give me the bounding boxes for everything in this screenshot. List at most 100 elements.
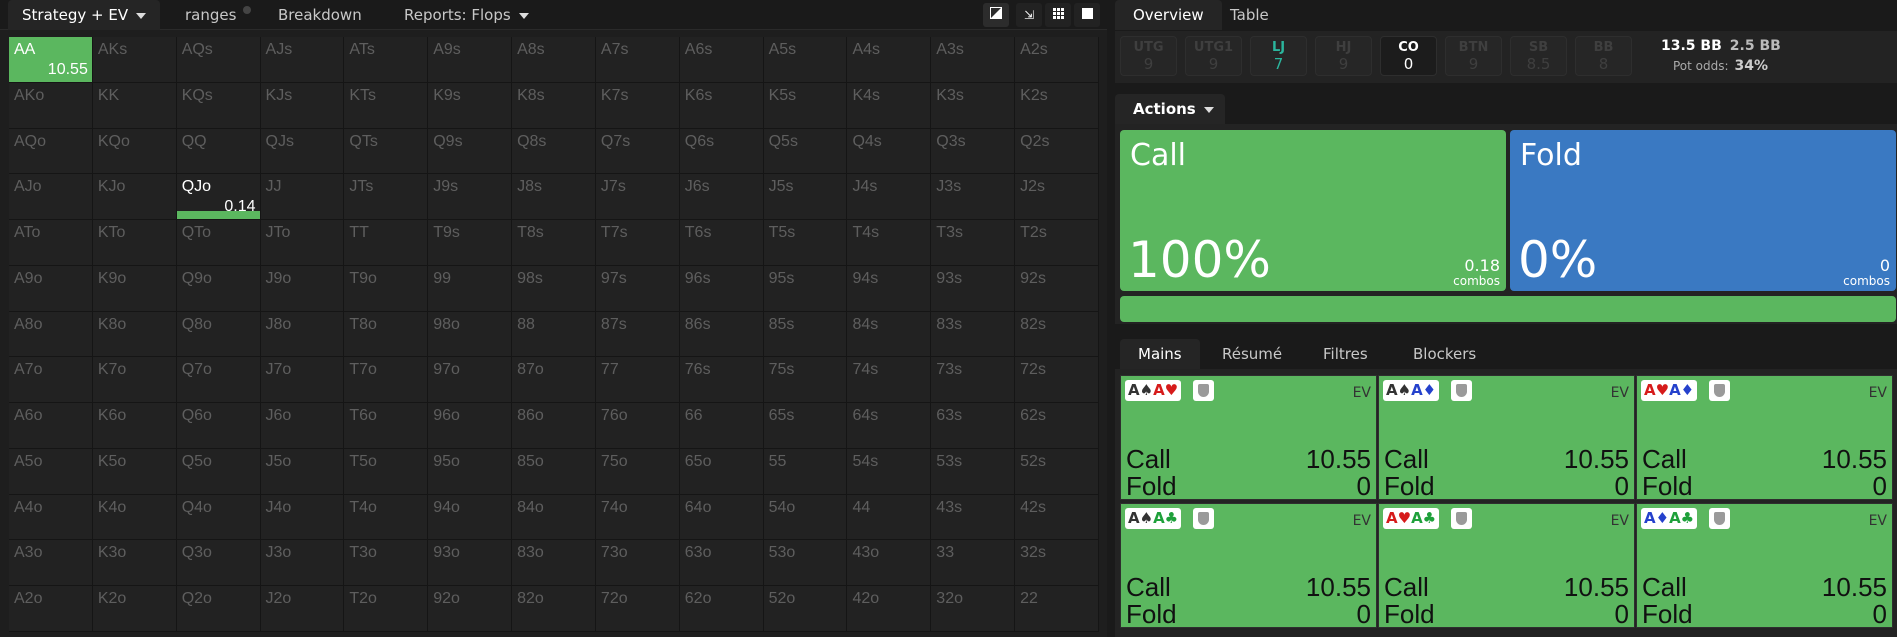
hand-cell[interactable]: 87o — [512, 357, 596, 404]
hand-cell[interactable]: 66 — [679, 403, 764, 449]
hand-cell[interactable]: Q8o — [176, 311, 261, 358]
position-hj[interactable]: HJ 9 — [1315, 36, 1372, 76]
hand-cell[interactable]: Q3o — [176, 540, 261, 587]
hand-cell[interactable]: 94s — [847, 265, 932, 312]
shield-icon[interactable] — [1193, 508, 1214, 529]
position-btn[interactable]: BTN 9 — [1445, 36, 1502, 76]
hand-cell[interactable]: 43s — [931, 494, 1016, 541]
hand-cell[interactable]: K3o — [92, 540, 177, 587]
tab-filtres[interactable]: Filtres — [1305, 339, 1386, 369]
hand-cell[interactable]: 65s — [763, 403, 848, 449]
hand-cell[interactable]: J8s — [512, 174, 596, 221]
hand-cell[interactable]: QTo — [176, 220, 261, 266]
hand-cell[interactable]: 95s — [763, 265, 848, 312]
position-lj[interactable]: LJ 7 — [1250, 36, 1307, 76]
hand-cell[interactable]: A7s — [595, 37, 680, 83]
hand-cell[interactable]: KTs — [344, 82, 429, 129]
hand-cell[interactable]: 96s — [679, 265, 764, 312]
hand-cell[interactable]: Q3s — [931, 128, 1016, 175]
hand-cell[interactable]: 64o — [679, 494, 764, 541]
position-utg1[interactable]: UTG1 9 — [1185, 36, 1242, 76]
hand-cell[interactable]: Q4o — [176, 494, 261, 541]
hand-cell[interactable]: T6s — [679, 220, 764, 266]
hand-cell[interactable]: 99 — [428, 265, 513, 312]
hand-cell[interactable]: 75s — [763, 357, 848, 404]
hand-cell[interactable]: K7s — [595, 82, 680, 129]
hand-cell[interactable]: Q2s — [1015, 128, 1099, 175]
hand-cell[interactable]: T7o — [344, 357, 429, 404]
hand-cell[interactable]: J2o — [260, 586, 345, 632]
hand-cell[interactable]: AA 10.55 — [9, 37, 93, 83]
hand-cell[interactable]: 44 — [847, 494, 932, 541]
hand-cell[interactable]: 53o — [763, 540, 848, 587]
tab-reports[interactable]: Reports: Flops — [404, 0, 529, 30]
hand-cell[interactable]: KJo — [92, 174, 177, 221]
hand-cell[interactable]: A2s — [1015, 37, 1099, 83]
actions-dropdown[interactable]: Actions — [1115, 94, 1225, 124]
hand-cell[interactable]: J8o — [260, 311, 345, 358]
hand-cell[interactable]: A4o — [9, 494, 93, 541]
hand-cell[interactable]: Q9o — [176, 265, 261, 312]
hand-cell[interactable]: A8s — [512, 37, 596, 83]
hand-cell[interactable]: KK — [92, 82, 177, 129]
hand-cell[interactable]: Q6o — [176, 403, 261, 449]
hand-cell[interactable]: QQ — [176, 128, 261, 175]
hand-cell[interactable]: 87s — [595, 311, 680, 358]
tab-blockers[interactable]: Blockers — [1395, 339, 1494, 369]
hand-cell[interactable]: A6s — [679, 37, 764, 83]
hand-cell[interactable]: J4o — [260, 494, 345, 541]
hand-cell[interactable]: Q2o — [176, 586, 261, 632]
hand-cell[interactable]: K6o — [92, 403, 177, 449]
hand-combo-card[interactable]: A♦A♣ EV Call 10.55 Fold 0 — [1636, 503, 1893, 629]
tab-overview[interactable]: Overview — [1115, 0, 1222, 30]
hand-cell[interactable]: Q6s — [679, 128, 764, 175]
hand-cell[interactable]: 92o — [428, 586, 513, 632]
hand-cell[interactable]: 93s — [931, 265, 1016, 312]
hand-cell[interactable]: KTo — [92, 220, 177, 266]
hand-cell[interactable]: KQs — [176, 82, 261, 129]
hand-cell[interactable]: 63o — [679, 540, 764, 587]
hand-cell[interactable]: 92s — [1015, 265, 1099, 312]
shield-icon[interactable] — [1709, 508, 1730, 529]
hand-cell[interactable]: 85s — [763, 311, 848, 358]
hand-cell[interactable]: AJs — [260, 37, 345, 83]
hand-cell[interactable]: 93o — [428, 540, 513, 587]
hand-cell[interactable]: A5o — [9, 448, 93, 495]
position-utg[interactable]: UTG 9 — [1120, 36, 1177, 76]
hand-cell[interactable]: A4s — [847, 37, 932, 83]
hand-cell[interactable]: A5s — [763, 37, 848, 83]
position-co[interactable]: CO 0 — [1380, 36, 1437, 76]
hand-cell[interactable]: J2s — [1015, 174, 1099, 221]
hand-combo-card[interactable]: A♠A♦ EV Call 10.55 Fold 0 — [1378, 375, 1635, 501]
hand-cell[interactable]: AKo — [9, 82, 93, 129]
hand-cell[interactable]: TT — [344, 220, 429, 266]
hand-cell[interactable]: T4s — [847, 220, 932, 266]
tab-mains[interactable]: Mains — [1120, 339, 1200, 369]
hand-cell[interactable]: 32o — [931, 586, 1016, 632]
hand-cell[interactable]: 84s — [847, 311, 932, 358]
hand-cell[interactable]: 63s — [931, 403, 1016, 449]
hand-cell[interactable]: J7s — [595, 174, 680, 221]
hand-cell[interactable]: 86o — [512, 403, 596, 449]
action-fold-box[interactable]: Fold 0% 0 combos — [1510, 130, 1896, 291]
hand-cell[interactable]: 88 — [512, 311, 596, 358]
hand-cell[interactable]: 64s — [847, 403, 932, 449]
hand-cell[interactable]: 54s — [847, 448, 932, 495]
hand-cell[interactable]: T9o — [344, 265, 429, 312]
hand-cell[interactable]: J5s — [763, 174, 848, 221]
hand-cell[interactable]: 83o — [512, 540, 596, 587]
hand-cell[interactable]: J5o — [260, 448, 345, 495]
hand-cell[interactable]: K2o — [92, 586, 177, 632]
hand-cell[interactable]: ATo — [9, 220, 93, 266]
hand-cell[interactable]: 86s — [679, 311, 764, 358]
hand-cell[interactable]: A3o — [9, 540, 93, 587]
hand-cell[interactable]: AKs — [92, 37, 177, 83]
hand-cell[interactable]: JJ — [260, 174, 345, 221]
square-icon[interactable] — [1074, 3, 1100, 27]
hand-cell[interactable]: A2o — [9, 586, 93, 632]
hand-cell[interactable]: 33 — [931, 540, 1016, 587]
hand-cell[interactable]: 74s — [847, 357, 932, 404]
hand-cell[interactable]: J4s — [847, 174, 932, 221]
hand-cell[interactable]: 95o — [428, 448, 513, 495]
hand-cell[interactable]: Q7o — [176, 357, 261, 404]
